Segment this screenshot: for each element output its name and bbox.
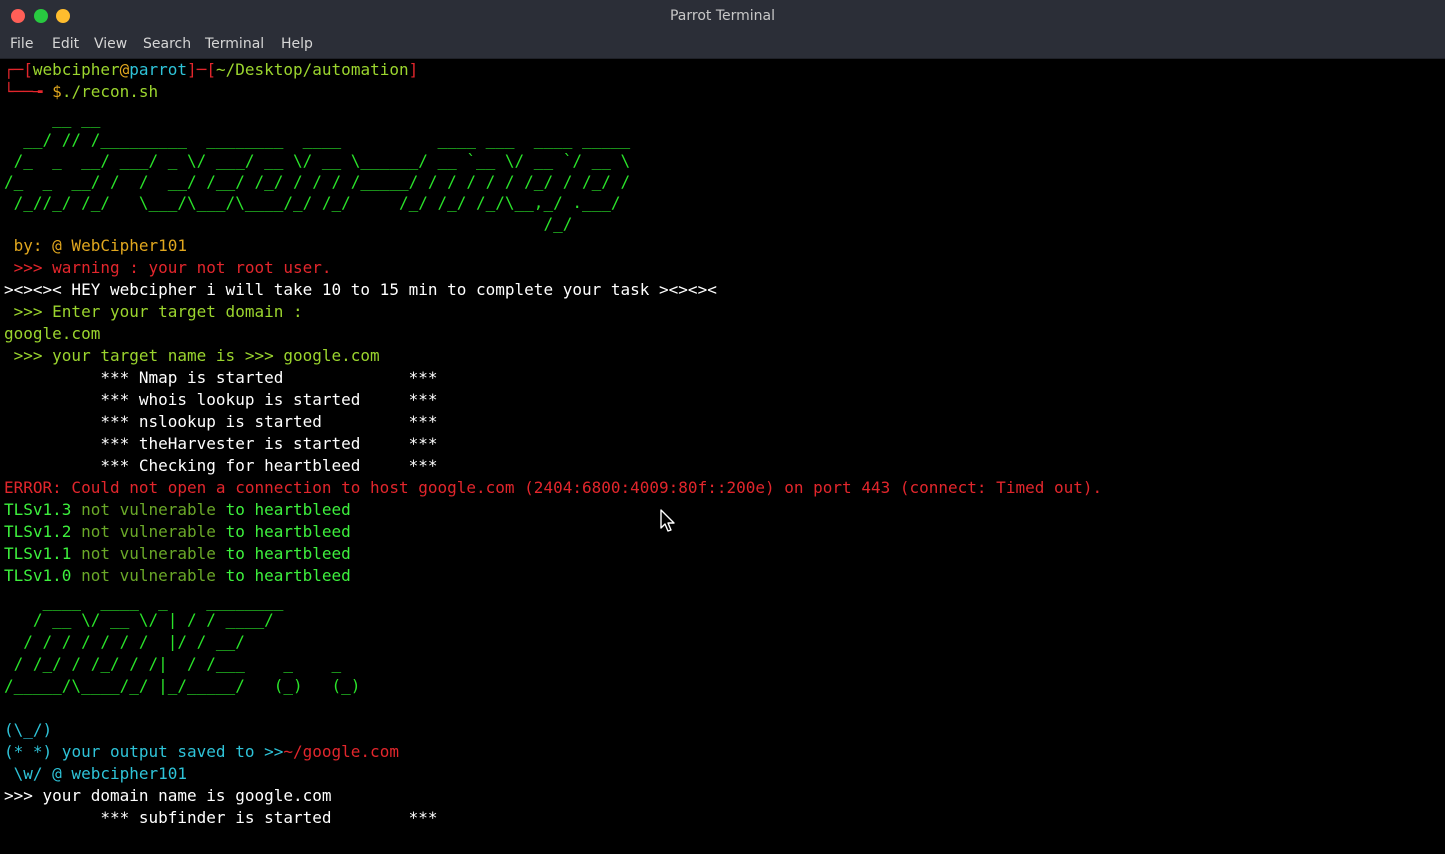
hey-line: ><><>< HEY webcipher i will take 10 to 1… xyxy=(4,280,717,299)
menu-search[interactable]: Search xyxy=(143,36,191,52)
task-line: *** nslookup is started *** xyxy=(4,412,438,431)
banner-line: /_/ xyxy=(4,214,573,233)
menu-file[interactable]: File xyxy=(10,36,33,52)
terminal-output[interactable]: ┌─[webcipher@parrot]─[~/Desktop/automati… xyxy=(0,59,1445,854)
tls-vuln: heartbleed xyxy=(244,500,351,519)
banner-line: __/ // /_________ ________ ____ ____ ___… xyxy=(4,130,631,149)
prompt-corner-top: ┌─ xyxy=(4,60,24,79)
prompt-host: parrot xyxy=(129,60,188,79)
mouse-pointer-icon xyxy=(660,509,675,532)
tls-result-line: TLSv1.2 not vulnerable to heartbleed xyxy=(4,521,351,543)
banner-line: /_//_/ /_/ \___/\___/\____/_/ /_/ /_/ /_… xyxy=(4,193,621,212)
task-line: *** whois lookup is started *** xyxy=(4,390,438,409)
output-path: ~/google.com xyxy=(283,742,399,761)
task-line: *** Checking for heartbleed *** xyxy=(4,456,438,475)
bunny-face: (* *) xyxy=(4,742,53,761)
task-line: *** Nmap is started *** xyxy=(4,368,438,387)
task-line: *** theHarvester is started *** xyxy=(4,434,438,453)
banner-line: /_ _ __/ / / __/ /__/ /_/ / / / /_____/ … xyxy=(4,172,631,191)
done-banner-line: / /_/ / /_/ / /| / /___ _ _ xyxy=(4,654,342,673)
prompt-line: ┌─[webcipher@parrot]─[~/Desktop/automati… xyxy=(4,59,418,81)
done-banner-line: / / / / / / / |/ / __/ xyxy=(4,632,245,651)
prompt-path: ~/Desktop/automation xyxy=(215,60,409,79)
tls-to: to xyxy=(215,522,245,541)
banner-line: /_ _ __/ ___/ _ \/ ___/ __ \/ __ \______… xyxy=(4,151,631,170)
tls-vuln: heartbleed xyxy=(244,566,351,585)
tls-to: to xyxy=(215,500,245,519)
prompt-bracket-close: ] xyxy=(408,60,419,79)
tls-result-line: TLSv1.3 not vulnerable to heartbleed xyxy=(4,499,351,521)
tls-result-line: TLSv1.1 not vulnerable to heartbleed xyxy=(4,543,351,565)
menu-help[interactable]: Help xyxy=(281,36,313,52)
tls-to: to xyxy=(215,566,245,585)
tls-status: not vulnerable xyxy=(71,522,216,541)
prompt-user: webcipher xyxy=(32,60,120,79)
menu-bar: File Edit View Search Terminal Help xyxy=(0,32,1445,59)
tls-status: not vulnerable xyxy=(71,544,216,563)
tls-result-line: TLSv1.0 not vulnerable to heartbleed xyxy=(4,565,351,587)
command-line: └──╼ $./recon.sh xyxy=(4,81,158,103)
warning-line: >>> warning : your not root user. xyxy=(4,258,332,277)
error-line: ERROR: Could not open a connection to ho… xyxy=(4,478,1103,497)
prompt-bracket-open: [ xyxy=(23,60,33,79)
enter-target-line: >>> Enter your target domain : xyxy=(4,302,303,321)
byline: by: @ WebCipher101 xyxy=(4,236,188,255)
tls-status: not vulnerable xyxy=(71,566,216,585)
prompt-bracket-mid: ]─[ xyxy=(187,60,216,79)
tls-proto: TLSv1.0 xyxy=(4,566,72,585)
tls-proto: TLSv1.2 xyxy=(4,522,72,541)
prompt-at: @ xyxy=(119,60,130,79)
target-name-line: >>> your target name is >>> google.com xyxy=(4,346,380,365)
menu-terminal[interactable]: Terminal xyxy=(205,36,264,52)
done-banner-line: / __ \/ __ \/ | / / ____/ xyxy=(4,610,274,629)
title-bar: Parrot Terminal xyxy=(0,0,1445,32)
output-saved-text: your output saved to >> xyxy=(52,742,284,761)
domain-line: >>> your domain name is google.com xyxy=(4,786,332,805)
bunny-paws: \w/ @ webcipher101 xyxy=(4,764,188,783)
prompt-dollar: $ xyxy=(52,82,62,101)
banner-line: __ __ xyxy=(4,109,101,128)
tls-proto: TLSv1.1 xyxy=(4,544,72,563)
tls-to: to xyxy=(215,544,245,563)
done-banner-line: /_____/\____/_/ |_/_____/ (_) (_) xyxy=(4,676,361,695)
tls-vuln: heartbleed xyxy=(244,522,351,541)
bunny-ears: (\_/) xyxy=(4,720,53,739)
output-saved-line: (* *) your output saved to >>~/google.co… xyxy=(4,741,399,763)
menu-edit[interactable]: Edit xyxy=(52,36,79,52)
subfinder-line: *** subfinder is started *** xyxy=(4,808,438,827)
tls-status: not vulnerable xyxy=(71,500,216,519)
window-title: Parrot Terminal xyxy=(669,8,776,24)
target-input-line: google.com xyxy=(4,324,101,343)
command-text: ./recon.sh xyxy=(61,82,159,101)
menu-view[interactable]: View xyxy=(94,36,127,52)
prompt-corner-bottom: └──╼ xyxy=(4,82,53,101)
tls-proto: TLSv1.3 xyxy=(4,500,72,519)
tls-vuln: heartbleed xyxy=(244,544,351,563)
